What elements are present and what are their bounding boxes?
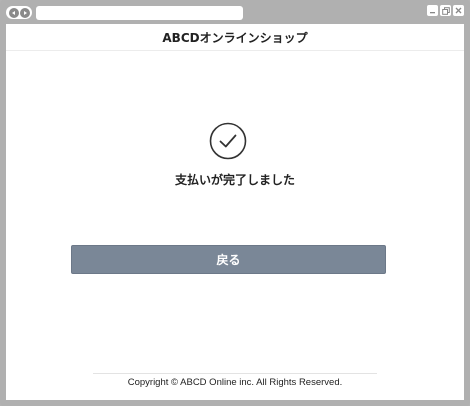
payment-complete-message: 支払いが完了しました: [174, 173, 295, 187]
back-arrow-icon[interactable]: [8, 7, 19, 18]
footer-divider: [93, 373, 377, 374]
back-button[interactable]: 戻る: [71, 245, 386, 274]
browser-window: ABCDオンラインショップ 支払いが完了しました 戻る Copyright © …: [0, 0, 470, 406]
forward-arrow-icon[interactable]: [19, 7, 30, 18]
window-controls: [427, 5, 464, 16]
page-viewport: ABCDオンラインショップ 支払いが完了しました 戻る Copyright © …: [6, 24, 464, 400]
minimize-icon[interactable]: [427, 5, 438, 16]
address-bar[interactable]: [36, 6, 243, 20]
restore-icon[interactable]: [440, 5, 451, 16]
close-icon[interactable]: [453, 5, 464, 16]
copyright-text: Copyright © ABCD Online inc. All Rights …: [127, 377, 343, 388]
site-header: ABCDオンラインショップ: [6, 24, 464, 51]
check-circle-icon: [209, 122, 247, 160]
shop-title: ABCDオンラインショップ: [162, 30, 308, 45]
browser-nav-buttons: [6, 6, 32, 19]
browser-titlebar: [0, 0, 470, 24]
